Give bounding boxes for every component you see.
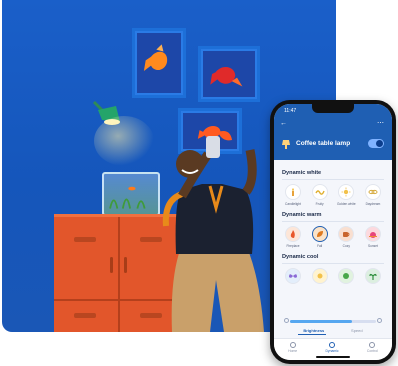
lamp-glow — [94, 116, 154, 166]
tab-underline — [298, 334, 326, 335]
device-header: ← ⋯ Coffee table lamp — [274, 118, 392, 160]
bush-icon — [343, 273, 350, 279]
scene-candlelight[interactable]: Candlelight — [282, 184, 304, 206]
goldfish-frame-1 — [132, 28, 186, 98]
power-toggle[interactable] — [368, 139, 384, 148]
home-icon — [289, 342, 296, 348]
leaf-icon — [316, 231, 323, 237]
status-time: 11:47 — [284, 108, 297, 114]
spark-icon — [317, 273, 323, 279]
slider-mode-tabs: Brightness Speed — [290, 328, 376, 333]
scene-cool-1[interactable] — [282, 268, 304, 284]
device-title: Coffee table lamp — [296, 140, 351, 147]
back-arrow-icon[interactable]: ← — [280, 120, 287, 127]
slider-fill — [290, 320, 352, 323]
scene-golden-white[interactable]: Golden white — [335, 184, 357, 206]
scene-fireplace[interactable]: Fireplace — [282, 226, 304, 248]
scene-cool-4[interactable] — [362, 268, 384, 284]
section-dynamic-cool: Dynamic cool — [282, 254, 384, 284]
more-options-icon[interactable]: ⋯ — [377, 119, 384, 127]
brightness-low-icon — [284, 318, 289, 323]
section-dynamic-white: Dynamic white Candlelight Fruity Golden … — [282, 170, 384, 206]
dynamic-icon — [329, 342, 336, 348]
nav-home[interactable]: Home — [288, 342, 297, 360]
nav-control[interactable]: Control — [367, 342, 378, 360]
promo-image: 11:47 ← ⋯ Coffee table lamp Dynamic whit… — [0, 0, 398, 366]
tab-brightness[interactable]: Brightness — [303, 328, 324, 333]
scene-fall[interactable]: Fall — [309, 226, 331, 248]
scene-fruity[interactable]: Fruity — [309, 184, 331, 206]
phone-mockup: 11:47 ← ⋯ Coffee table lamp Dynamic whit… — [270, 100, 396, 364]
section-title: Dynamic warm — [282, 212, 322, 218]
plant-icon — [369, 273, 377, 280]
goldfish-frame-2 — [198, 46, 260, 102]
butterfly-icon — [289, 274, 297, 278]
scene-daydream[interactable]: Daydream — [362, 184, 384, 206]
candle-icon — [292, 188, 294, 196]
home-indicator — [316, 356, 350, 358]
scene-cool-2[interactable] — [309, 268, 331, 284]
section-title: Dynamic white — [282, 170, 322, 176]
section-dynamic-warm: Dynamic warm Fireplace Fall Cozy Sunset — [282, 212, 384, 248]
control-icon — [369, 342, 376, 348]
tab-speed[interactable]: Speed — [351, 328, 363, 333]
chain-icon — [368, 189, 378, 195]
app-screen: 11:47 ← ⋯ Coffee table lamp Dynamic whit… — [274, 104, 392, 360]
sun-icon — [341, 187, 351, 197]
scene-cool-3[interactable] — [335, 268, 357, 284]
phone-notch — [312, 104, 354, 113]
brightness-high-icon — [377, 318, 382, 323]
wave-icon — [315, 190, 325, 195]
flame-icon — [290, 230, 295, 238]
section-title: Dynamic cool — [282, 254, 319, 260]
brightness-slider[interactable] — [284, 318, 382, 324]
scene-cozy[interactable]: Cozy — [335, 226, 357, 248]
person-dancing — [162, 131, 264, 332]
scene-sunset[interactable]: Sunset — [362, 226, 384, 248]
mug-icon — [343, 232, 350, 237]
lamp-icon — [282, 140, 290, 149]
scene-list: Dynamic white Candlelight Fruity Golden … — [274, 164, 392, 334]
sunset-icon — [368, 232, 377, 238]
